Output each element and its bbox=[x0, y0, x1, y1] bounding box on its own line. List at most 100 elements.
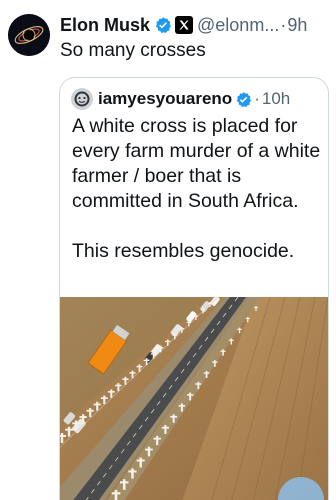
author-name[interactable]: Elon Musk bbox=[60, 15, 150, 36]
cross-mark bbox=[208, 303, 212, 304]
cross-mark bbox=[214, 360, 216, 367]
cross-mark bbox=[255, 306, 257, 311]
verified-badge-icon bbox=[235, 91, 252, 108]
cross-mark bbox=[136, 365, 143, 368]
cross-mark bbox=[193, 315, 199, 317]
cross-mark bbox=[72, 422, 80, 425]
cross-mark bbox=[247, 316, 249, 323]
quoted-tweet-header: iamyesyouareno · 10h bbox=[71, 88, 290, 110]
cross-mark bbox=[86, 409, 94, 412]
cross-mark bbox=[164, 425, 167, 434]
cross-mark bbox=[96, 401, 99, 411]
cross-mark bbox=[195, 314, 197, 320]
author-handle[interactable]: @elonm... bbox=[197, 15, 279, 36]
cross-mark bbox=[172, 334, 178, 336]
cross-mark bbox=[65, 428, 73, 431]
cross-mark bbox=[145, 448, 153, 451]
cross-mark bbox=[212, 361, 218, 363]
cross-mark bbox=[170, 415, 178, 418]
cross-mark bbox=[158, 347, 164, 349]
cross-mark bbox=[100, 397, 108, 399]
cross-mark bbox=[138, 364, 141, 372]
cross-mark bbox=[166, 339, 169, 346]
cross-mark bbox=[111, 492, 121, 495]
cross-mark bbox=[131, 370, 134, 379]
cross-mark bbox=[159, 345, 162, 353]
cross-mark bbox=[237, 328, 242, 330]
quoted-tweet-time[interactable]: 10h bbox=[262, 89, 290, 109]
cross-mark bbox=[131, 468, 134, 479]
cross-mark bbox=[230, 338, 233, 345]
cross-mark bbox=[124, 376, 127, 385]
cross-mark bbox=[82, 414, 85, 424]
tweet-text: So many crosses bbox=[60, 40, 206, 61]
cross-mark bbox=[222, 349, 224, 356]
quoted-paragraph: A white cross is placed for every farm m… bbox=[72, 115, 321, 212]
tweet-time[interactable]: 9h bbox=[287, 15, 307, 36]
cross-mark bbox=[114, 490, 118, 500]
quoted-media-video[interactable] bbox=[60, 297, 328, 500]
cross-mark bbox=[150, 353, 157, 355]
quoted-author-name[interactable]: iamyesyouareno bbox=[98, 89, 232, 109]
quoted-author-avatar[interactable] bbox=[71, 88, 93, 110]
cross-mark bbox=[202, 308, 204, 314]
header-separator: · bbox=[280, 14, 287, 35]
cross-mark bbox=[152, 351, 155, 359]
cross-mark bbox=[197, 381, 200, 390]
cross-mark bbox=[209, 302, 211, 307]
quoted-tweet-text: A white cross is placed for every farm m… bbox=[72, 114, 322, 264]
avatar-image bbox=[8, 14, 50, 56]
quoted-header-separator: · bbox=[254, 89, 260, 108]
cross-mark bbox=[122, 479, 126, 490]
cross-mark bbox=[186, 394, 194, 396]
cross-mark bbox=[172, 414, 175, 423]
cross-mark bbox=[228, 339, 234, 341]
cross-mark bbox=[115, 384, 122, 387]
cross-mark bbox=[179, 328, 185, 330]
cross-mark bbox=[195, 383, 202, 385]
quoted-paragraph: This resembles genocide. bbox=[72, 240, 295, 262]
cross-mark bbox=[136, 459, 145, 462]
cross-mark bbox=[119, 481, 129, 484]
cross-mark bbox=[153, 437, 161, 440]
cross-mark bbox=[189, 392, 192, 401]
cross-mark bbox=[220, 350, 226, 352]
cross-mark bbox=[156, 435, 159, 446]
cross-mark bbox=[180, 403, 183, 412]
cross-mark bbox=[145, 358, 148, 366]
cross-mark bbox=[186, 321, 192, 323]
cross-mark bbox=[117, 383, 120, 392]
aerial-road-photo bbox=[60, 297, 328, 500]
cross-mark bbox=[205, 370, 208, 379]
cross-mark bbox=[174, 333, 176, 340]
cross-mark bbox=[139, 457, 142, 468]
cross-mark bbox=[161, 426, 169, 429]
cross-mark bbox=[89, 408, 92, 418]
x-logo-icon[interactable] bbox=[175, 16, 194, 34]
cross-mark bbox=[178, 405, 186, 407]
cross-mark bbox=[200, 309, 206, 311]
cross-mark bbox=[181, 326, 183, 333]
cross-mark bbox=[147, 446, 151, 457]
verified-badge-icon bbox=[154, 16, 172, 34]
cross-mark bbox=[129, 372, 136, 374]
cross-mark bbox=[93, 403, 101, 406]
cross-mark bbox=[79, 416, 87, 418]
cross-mark bbox=[103, 395, 106, 405]
tweet[interactable]: Elon Musk @elonm... · 9h So many crosses bbox=[0, 0, 336, 500]
cross-mark bbox=[254, 307, 258, 308]
cross-mark bbox=[60, 433, 64, 443]
cross-mark bbox=[67, 426, 71, 437]
cross-mark bbox=[60, 435, 66, 437]
cross-mark bbox=[165, 340, 171, 342]
cross-mark bbox=[108, 391, 115, 393]
cross-mark bbox=[188, 320, 190, 327]
cross-mark bbox=[245, 317, 250, 319]
author-avatar[interactable] bbox=[8, 14, 50, 56]
cross-mark bbox=[128, 470, 137, 473]
cross-mark bbox=[143, 359, 150, 361]
cross-mark bbox=[203, 372, 210, 374]
tweet-header: Elon Musk @elonm... · 9h bbox=[60, 14, 307, 36]
cross-mark bbox=[110, 389, 113, 398]
quoted-tweet[interactable]: iamyesyouareno · 10h A white cross is pl… bbox=[59, 77, 329, 500]
